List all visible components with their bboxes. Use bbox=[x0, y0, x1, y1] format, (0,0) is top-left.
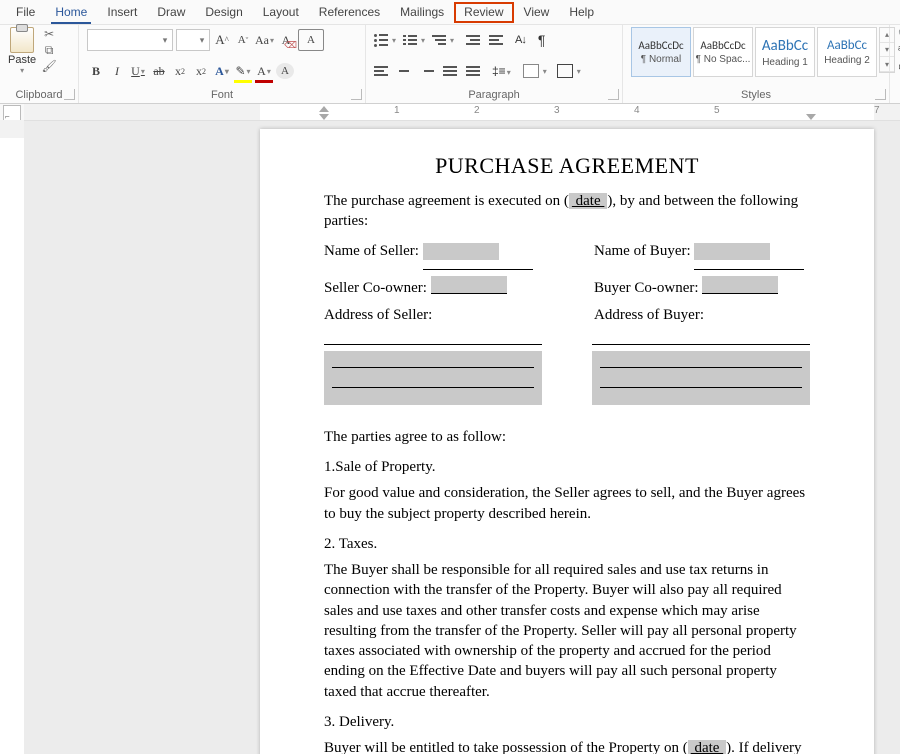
section-1-body: For good value and consideration, the Se… bbox=[324, 483, 810, 524]
ribbon: Paste ▾ ✂ ⧉ 🖌 Clipboard ▾ ▾ A^ Aˇ Aa▾ A⌫ bbox=[0, 25, 900, 104]
paragraph-dialog-launcher[interactable] bbox=[608, 89, 619, 100]
shading-icon[interactable] bbox=[523, 64, 539, 78]
seller-address-label: Address of Seller: bbox=[324, 305, 432, 325]
font-dialog-launcher[interactable] bbox=[351, 89, 362, 100]
superscript-button[interactable]: x2 bbox=[192, 61, 210, 81]
tab-insert[interactable]: Insert bbox=[97, 2, 147, 23]
section-2-head: 2. Taxes. bbox=[324, 534, 810, 554]
group-label-paragraph: Paragraph bbox=[374, 89, 614, 103]
seller-name-label: Name of Seller: bbox=[324, 241, 419, 261]
page: PURCHASE AGREEMENT The purchase agreemen… bbox=[260, 129, 874, 754]
tab-draw[interactable]: Draw bbox=[147, 2, 195, 23]
sort-icon[interactable]: A↓ bbox=[515, 34, 526, 46]
seller-coowner-field[interactable] bbox=[431, 276, 507, 294]
paste-label: Paste bbox=[8, 54, 36, 66]
style-no-spacing[interactable]: AaBbCcDc ¶ No Spac... bbox=[693, 27, 753, 77]
text-effects-icon[interactable]: A▾ bbox=[213, 61, 231, 81]
tab-help[interactable]: Help bbox=[559, 2, 604, 23]
group-clipboard: Paste ▾ ✂ ⧉ 🖌 Clipboard bbox=[0, 25, 79, 103]
font-color-button[interactable]: A▾ bbox=[255, 61, 273, 81]
bold-button[interactable]: B bbox=[87, 61, 105, 81]
distributed-icon[interactable] bbox=[466, 66, 480, 76]
section-2-body: The Buyer shall be responsible for all r… bbox=[324, 560, 810, 702]
increase-indent-icon[interactable] bbox=[489, 35, 503, 45]
buyer-address-label: Address of Buyer: bbox=[594, 305, 704, 325]
date-field[interactable]: date bbox=[569, 193, 607, 209]
subscript-button[interactable]: x2 bbox=[171, 61, 189, 81]
format-painter-icon[interactable]: 🖌 bbox=[42, 59, 56, 73]
styles-dialog-launcher[interactable] bbox=[875, 89, 886, 100]
cut-icon[interactable]: ✂ bbox=[42, 27, 56, 41]
align-right-icon[interactable] bbox=[420, 66, 434, 76]
line-spacing-icon[interactable]: ‡≡▾ bbox=[492, 64, 511, 78]
clipboard-dialog-launcher[interactable] bbox=[64, 89, 75, 100]
menu-tabs: File Home Insert Draw Design Layout Refe… bbox=[0, 0, 900, 25]
character-border-icon[interactable]: A bbox=[298, 29, 324, 51]
buyer-coowner-field[interactable] bbox=[702, 276, 778, 294]
shrink-font-icon[interactable]: Aˇ bbox=[234, 30, 252, 50]
intro-paragraph: The purchase agreement is executed on ( … bbox=[324, 191, 810, 232]
section-3-body: Buyer will be entitled to take possessio… bbox=[324, 738, 810, 754]
underline-button[interactable]: U▾ bbox=[129, 61, 147, 81]
font-name-combo[interactable]: ▾ bbox=[87, 29, 173, 51]
style-heading2[interactable]: AaBbCc Heading 2 bbox=[817, 27, 877, 77]
align-left-icon[interactable] bbox=[374, 66, 388, 76]
group-editing: 🔍Find ᵃ↔Repl ▭Sele Editin bbox=[890, 25, 900, 103]
buyer-name-label: Name of Buyer: bbox=[594, 241, 691, 261]
tab-mailings[interactable]: Mailings bbox=[390, 2, 454, 23]
enclose-characters-icon[interactable]: A bbox=[276, 63, 294, 79]
font-size-combo[interactable]: ▾ bbox=[176, 29, 210, 51]
doc-title: PURCHASE AGREEMENT bbox=[324, 151, 810, 181]
strikethrough-button[interactable]: ab bbox=[150, 61, 168, 81]
style-heading1[interactable]: AaBbCc Heading 1 bbox=[755, 27, 815, 77]
document-viewport[interactable]: PURCHASE AGREEMENT The purchase agreemen… bbox=[24, 120, 900, 754]
agree-line: The parties agree to as follow: bbox=[324, 427, 810, 447]
borders-icon[interactable] bbox=[557, 64, 573, 78]
tab-layout[interactable]: Layout bbox=[253, 2, 309, 23]
group-label-clipboard: Clipboard bbox=[8, 89, 70, 103]
delivery-date-field[interactable]: date bbox=[688, 740, 726, 754]
paste-icon bbox=[10, 27, 34, 53]
buyer-address-field[interactable] bbox=[592, 351, 810, 405]
vertical-ruler[interactable] bbox=[0, 120, 25, 754]
seller-coowner-label: Seller Co-owner: bbox=[324, 278, 427, 298]
group-label-font: Font bbox=[87, 89, 357, 103]
tab-references[interactable]: References bbox=[309, 2, 390, 23]
numbering-icon[interactable] bbox=[403, 35, 417, 45]
tab-view[interactable]: View bbox=[514, 2, 560, 23]
tab-review[interactable]: Review bbox=[454, 2, 513, 23]
highlight-button[interactable]: ✎▾ bbox=[234, 61, 252, 81]
group-paragraph: ▾ ▾ ▾ A↓ ¶ ‡≡▾ ▾ bbox=[366, 25, 623, 103]
style-normal[interactable]: AaBbCcDc ¶ Normal bbox=[631, 27, 691, 77]
section-1-head: 1.Sale of Property. bbox=[324, 457, 810, 477]
change-case-icon[interactable]: Aa▾ bbox=[255, 30, 274, 50]
bullets-icon[interactable] bbox=[374, 34, 388, 47]
tab-file[interactable]: File bbox=[6, 2, 45, 23]
multilevel-list-icon[interactable] bbox=[432, 35, 446, 45]
group-label-styles: Styles bbox=[631, 89, 881, 103]
align-justify-icon[interactable] bbox=[443, 66, 457, 76]
group-font: ▾ ▾ A^ Aˇ Aa▾ A⌫ A B I U▾ ab x2 x2 A▾ ✎▾… bbox=[79, 25, 366, 103]
italic-button[interactable]: I bbox=[108, 61, 126, 81]
seller-address-field[interactable] bbox=[324, 351, 542, 405]
tab-design[interactable]: Design bbox=[195, 2, 252, 23]
align-center-icon[interactable] bbox=[397, 66, 411, 76]
decrease-indent-icon[interactable] bbox=[466, 35, 480, 45]
buyer-name-field[interactable] bbox=[694, 243, 770, 260]
group-styles: AaBbCcDc ¶ Normal AaBbCcDc ¶ No Spac... … bbox=[623, 25, 890, 103]
copy-icon[interactable]: ⧉ bbox=[42, 43, 56, 57]
section-3-head: 3. Delivery. bbox=[324, 712, 810, 732]
page-content[interactable]: PURCHASE AGREEMENT The purchase agreemen… bbox=[260, 129, 874, 754]
buyer-coowner-label: Buyer Co-owner: bbox=[594, 278, 699, 298]
paste-button[interactable]: Paste ▾ bbox=[8, 27, 36, 75]
grow-font-icon[interactable]: A^ bbox=[213, 30, 231, 50]
show-marks-icon[interactable]: ¶ bbox=[538, 32, 546, 48]
seller-name-field[interactable] bbox=[423, 243, 499, 260]
clear-formatting-icon[interactable]: A⌫ bbox=[277, 30, 295, 50]
tab-home[interactable]: Home bbox=[45, 2, 97, 23]
